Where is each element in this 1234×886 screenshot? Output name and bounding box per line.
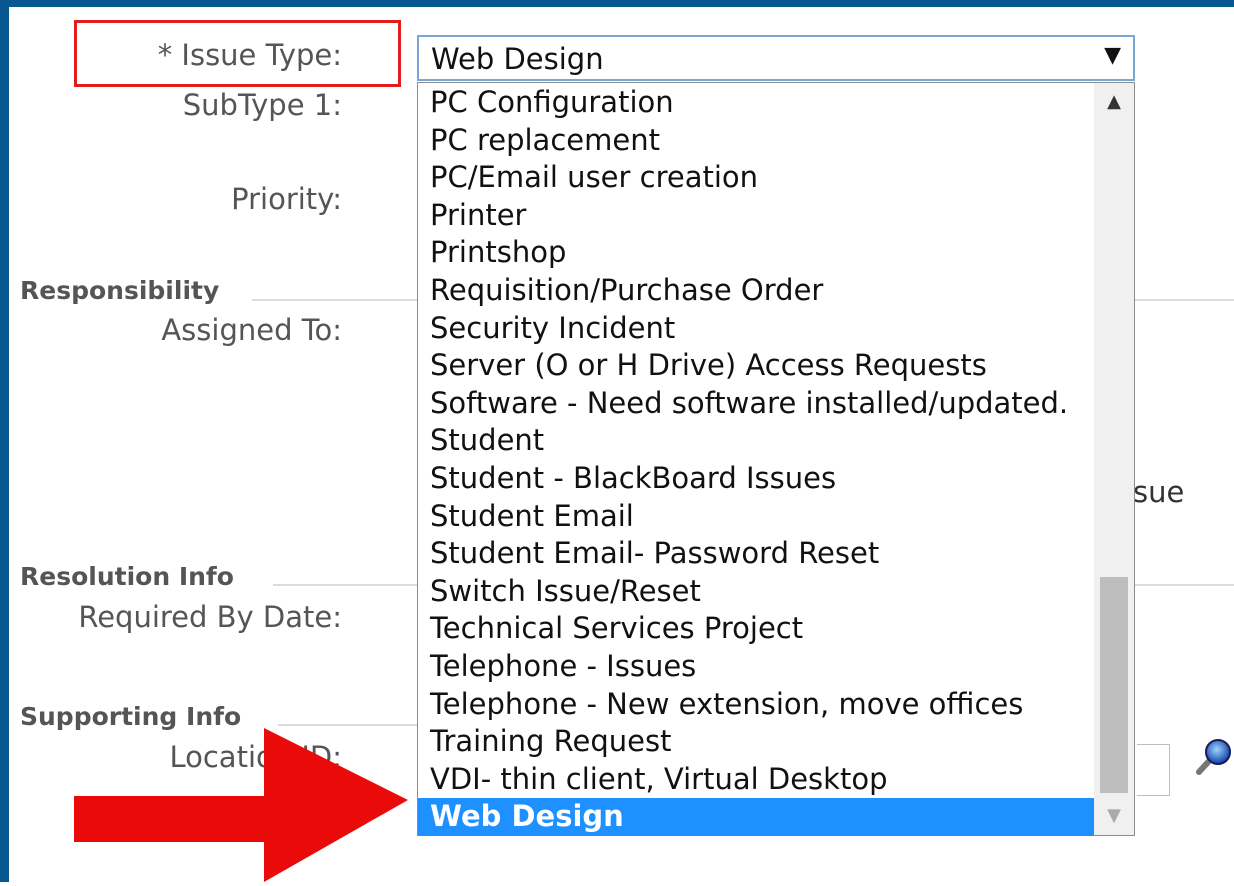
dropdown-option[interactable]: Student Email- Password Reset [418, 535, 1094, 573]
section-divider [1135, 584, 1234, 586]
dropdown-option[interactable]: Telephone - New extension, move offices [418, 686, 1094, 724]
section-divider [252, 299, 417, 301]
section-divider [278, 724, 417, 726]
dropdown-option[interactable]: VDI- thin client, Virtual Desktop [418, 761, 1094, 799]
section-resolution-info: Resolution Info [20, 562, 234, 591]
dropdown-option[interactable]: PC/Email user creation [418, 159, 1094, 197]
subtype-label: SubType 1: [182, 88, 342, 122]
red-arrow-icon [74, 728, 408, 882]
window-frame-left [0, 0, 9, 882]
priority-label: Priority: [231, 182, 342, 216]
dropdown-option[interactable]: Student - BlackBoard Issues [418, 460, 1094, 498]
chevron-down-icon: ▼ [1104, 43, 1121, 68]
dropdown-option[interactable]: Student [418, 422, 1094, 460]
annotation-highlight-box [74, 20, 401, 87]
assigned-to-label: Assigned To: [161, 313, 342, 347]
dropdown-option[interactable]: Technical Services Project [418, 610, 1094, 648]
required-by-date-label: Required By Date: [78, 600, 342, 634]
dropdown-option[interactable]: Switch Issue/Reset [418, 573, 1094, 611]
dropdown-option[interactable]: PC replacement [418, 122, 1094, 160]
dropdown-scrollbar[interactable]: ▲ ▼ [1094, 83, 1134, 835]
issue-type-select-value: Web Design [431, 42, 604, 76]
dropdown-option[interactable]: Printer [418, 197, 1094, 235]
location-id-input[interactable] [1137, 744, 1170, 796]
dropdown-option[interactable]: Printshop [418, 234, 1094, 272]
dropdown-option[interactable]: Security Incident [418, 310, 1094, 348]
dropdown-option[interactable]: Telephone - Issues [418, 648, 1094, 686]
section-supporting-info: Supporting Info [20, 702, 242, 731]
dropdown-option[interactable]: Training Request [418, 723, 1094, 761]
issue-type-dropdown-list[interactable]: PC Configuration PC replacement PC/Email… [417, 82, 1135, 836]
window-frame-top [0, 0, 1234, 7]
partial-text: sue [1133, 475, 1185, 509]
dropdown-option[interactable]: Requisition/Purchase Order [418, 272, 1094, 310]
dropdown-option[interactable]: Student Email [418, 498, 1094, 536]
dropdown-option[interactable]: PC Configuration [418, 84, 1094, 122]
section-responsibility: Responsibility [20, 276, 220, 305]
issue-type-select[interactable]: Web Design ▼ [417, 35, 1135, 81]
dropdown-option[interactable]: Server (O or H Drive) Access Requests [418, 347, 1094, 385]
section-divider [1135, 299, 1234, 301]
scroll-up-icon[interactable]: ▲ [1094, 83, 1134, 121]
scroll-down-icon[interactable]: ▼ [1094, 797, 1134, 835]
magnifier-icon[interactable] [1190, 736, 1234, 780]
dropdown-option-selected[interactable]: Web Design [418, 798, 1094, 836]
section-divider [273, 584, 417, 586]
scrollbar-thumb[interactable] [1100, 577, 1128, 793]
dropdown-option[interactable]: Software - Need software installed/updat… [418, 385, 1094, 423]
